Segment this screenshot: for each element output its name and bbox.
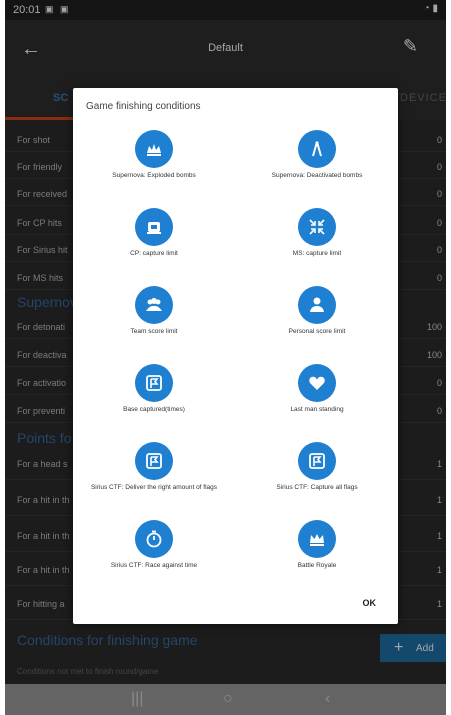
option-label: Last man standing — [290, 406, 344, 413]
stopwatch-icon — [135, 520, 173, 558]
flag-icon — [135, 364, 173, 402]
dialog-title: Game finishing conditions — [86, 101, 201, 112]
crown-burst-icon — [135, 130, 173, 168]
heart-icon — [298, 364, 336, 402]
option-personal-score-limit[interactable]: Personal score limit — [236, 284, 398, 362]
cp-device-icon — [135, 208, 173, 246]
option-label: CP: capture limit — [130, 250, 178, 257]
flag-icon — [298, 442, 336, 480]
option-base-captured[interactable]: Base captured(times) — [73, 362, 235, 440]
option-supernova-deactivated[interactable]: Supernova: Deactivated bombs — [236, 128, 398, 206]
wire-cutter-icon — [298, 130, 336, 168]
option-label: MS: capture limit — [292, 250, 342, 257]
option-sirius-capture-all[interactable]: Sirius CTF: Capture all flags — [236, 440, 398, 518]
option-label: Supernova: Deactivated bombs — [271, 172, 363, 179]
team-icon — [135, 286, 173, 324]
option-label: Sirius CTF: Deliver the right amount of … — [90, 484, 218, 491]
option-team-score-limit[interactable]: Team score limit — [73, 284, 235, 362]
option-label: Sirius CTF: Race against time — [110, 562, 198, 569]
option-label: Supernova: Exploded bombs — [112, 172, 196, 179]
option-ms-capture-limit[interactable]: MS: capture limit — [236, 206, 398, 284]
ok-button[interactable]: OK — [363, 598, 377, 608]
option-last-man-standing[interactable]: Last man standing — [236, 362, 398, 440]
option-label: Battle Royale — [297, 562, 337, 569]
flag-icon — [135, 442, 173, 480]
crown-icon — [298, 520, 336, 558]
person-icon — [298, 286, 336, 324]
option-label: Personal score limit — [288, 328, 346, 335]
option-label: Sirius CTF: Capture all flags — [276, 484, 358, 491]
option-supernova-exploded[interactable]: Supernova: Exploded bombs — [73, 128, 235, 206]
collapse-arrows-icon — [298, 208, 336, 246]
option-battle-royale[interactable]: Battle Royale — [236, 518, 398, 596]
option-sirius-race-time[interactable]: Sirius CTF: Race against time — [73, 518, 235, 596]
option-sirius-deliver-flags[interactable]: Sirius CTF: Deliver the right amount of … — [73, 440, 235, 518]
option-label: Base captured(times) — [123, 406, 185, 413]
finishing-conditions-dialog: Game finishing conditions Supernova: Exp… — [73, 88, 398, 624]
device-screen: 20:01 ▣ ▣ ◔ ▮ ← Default ✎ SC DEVICES For… — [5, 0, 446, 715]
option-label: Team score limit — [130, 328, 178, 335]
option-cp-capture-limit[interactable]: CP: capture limit — [73, 206, 235, 284]
